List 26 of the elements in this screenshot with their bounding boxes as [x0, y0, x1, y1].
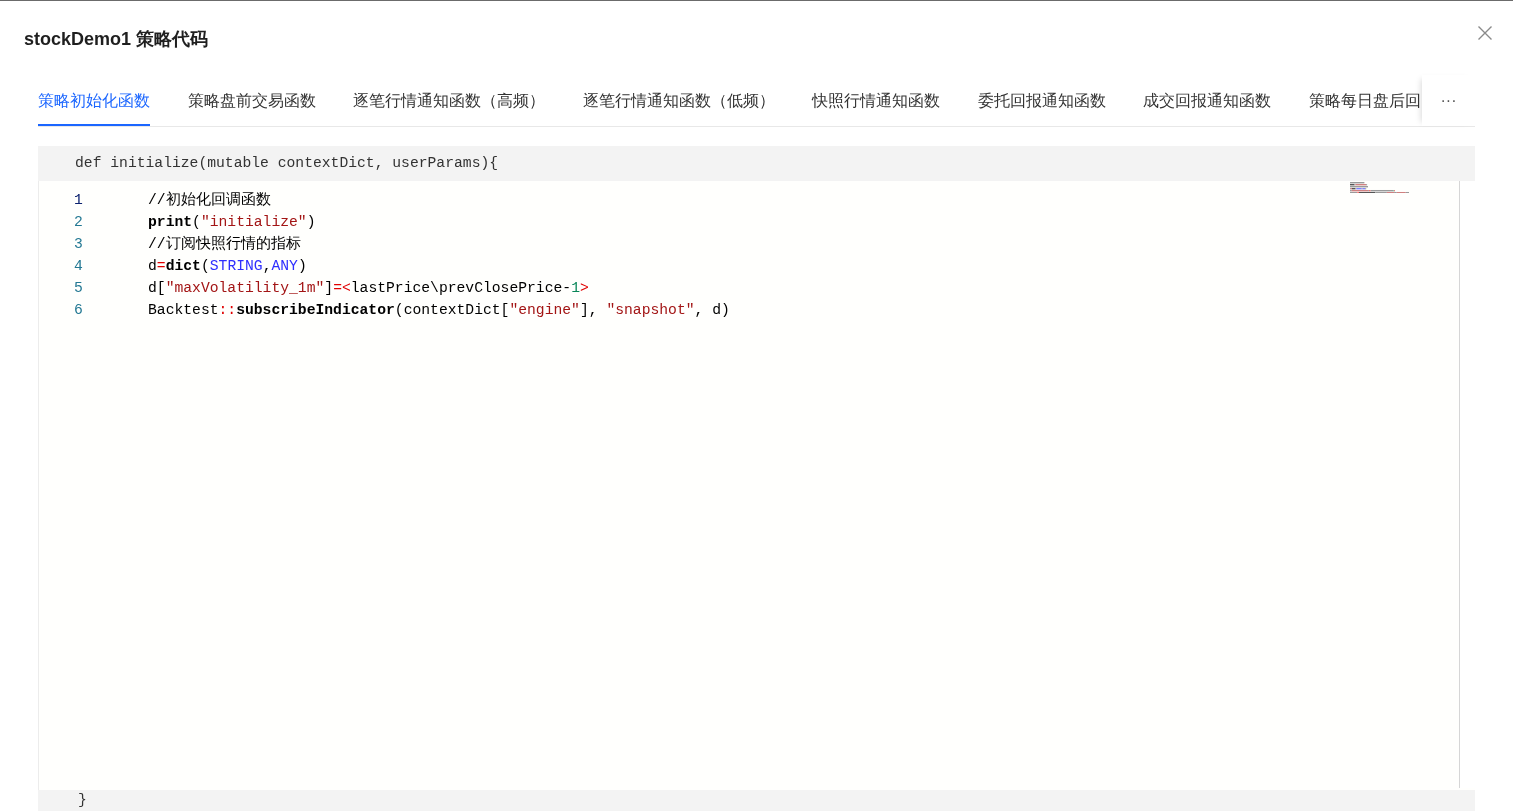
line-number: 3 — [74, 235, 83, 254]
more-tabs-button[interactable]: ··· — [1422, 75, 1475, 126]
close-icon — [1478, 26, 1492, 40]
tab[interactable]: 委托回报通知函数 — [977, 75, 1106, 126]
code-line: //订阅快照行情的指标 — [148, 234, 301, 254]
code-line: d["maxVolatility_1m"]=<lastPrice\prevClosePrice-1> — [148, 279, 589, 298]
tab[interactable]: 逐笔行情通知函数（高频） — [353, 75, 545, 126]
tab[interactable]: 逐笔行情通知函数（低频） — [582, 75, 775, 126]
function-signature: def initialize(mutable contextDict, userParams){ — [75, 154, 499, 173]
tab[interactable]: 快照行情通知函数 — [812, 75, 940, 126]
code-line: d=dict(STRING,ANY) — [148, 257, 307, 276]
line-number: 5 — [74, 279, 83, 298]
closing-brace: } — [78, 791, 87, 810]
line-number: 6 — [74, 301, 83, 320]
code-line: //初始化回调函数 — [148, 190, 271, 210]
tab[interactable]: 成交回报通知函数 — [1143, 75, 1271, 126]
line-number: 4 — [74, 257, 83, 276]
tab[interactable]: 策略每日盘后回 — [1308, 75, 1421, 126]
tab[interactable]: 策略盘前交易函数 — [187, 75, 316, 126]
code-line: Backtest::subscribeIndicator(contextDict["engine"], "snapshot", d) — [148, 301, 730, 320]
minimap-drawing[interactable] — [1350, 182, 1410, 194]
dialog-title: stockDemo1 策略代码 — [24, 28, 209, 51]
line-number: 2 — [74, 213, 83, 232]
tab[interactable]: 策略初始化函数 — [38, 75, 150, 126]
code-line: print("initialize") — [148, 213, 316, 232]
line-number: 1 — [74, 191, 83, 210]
